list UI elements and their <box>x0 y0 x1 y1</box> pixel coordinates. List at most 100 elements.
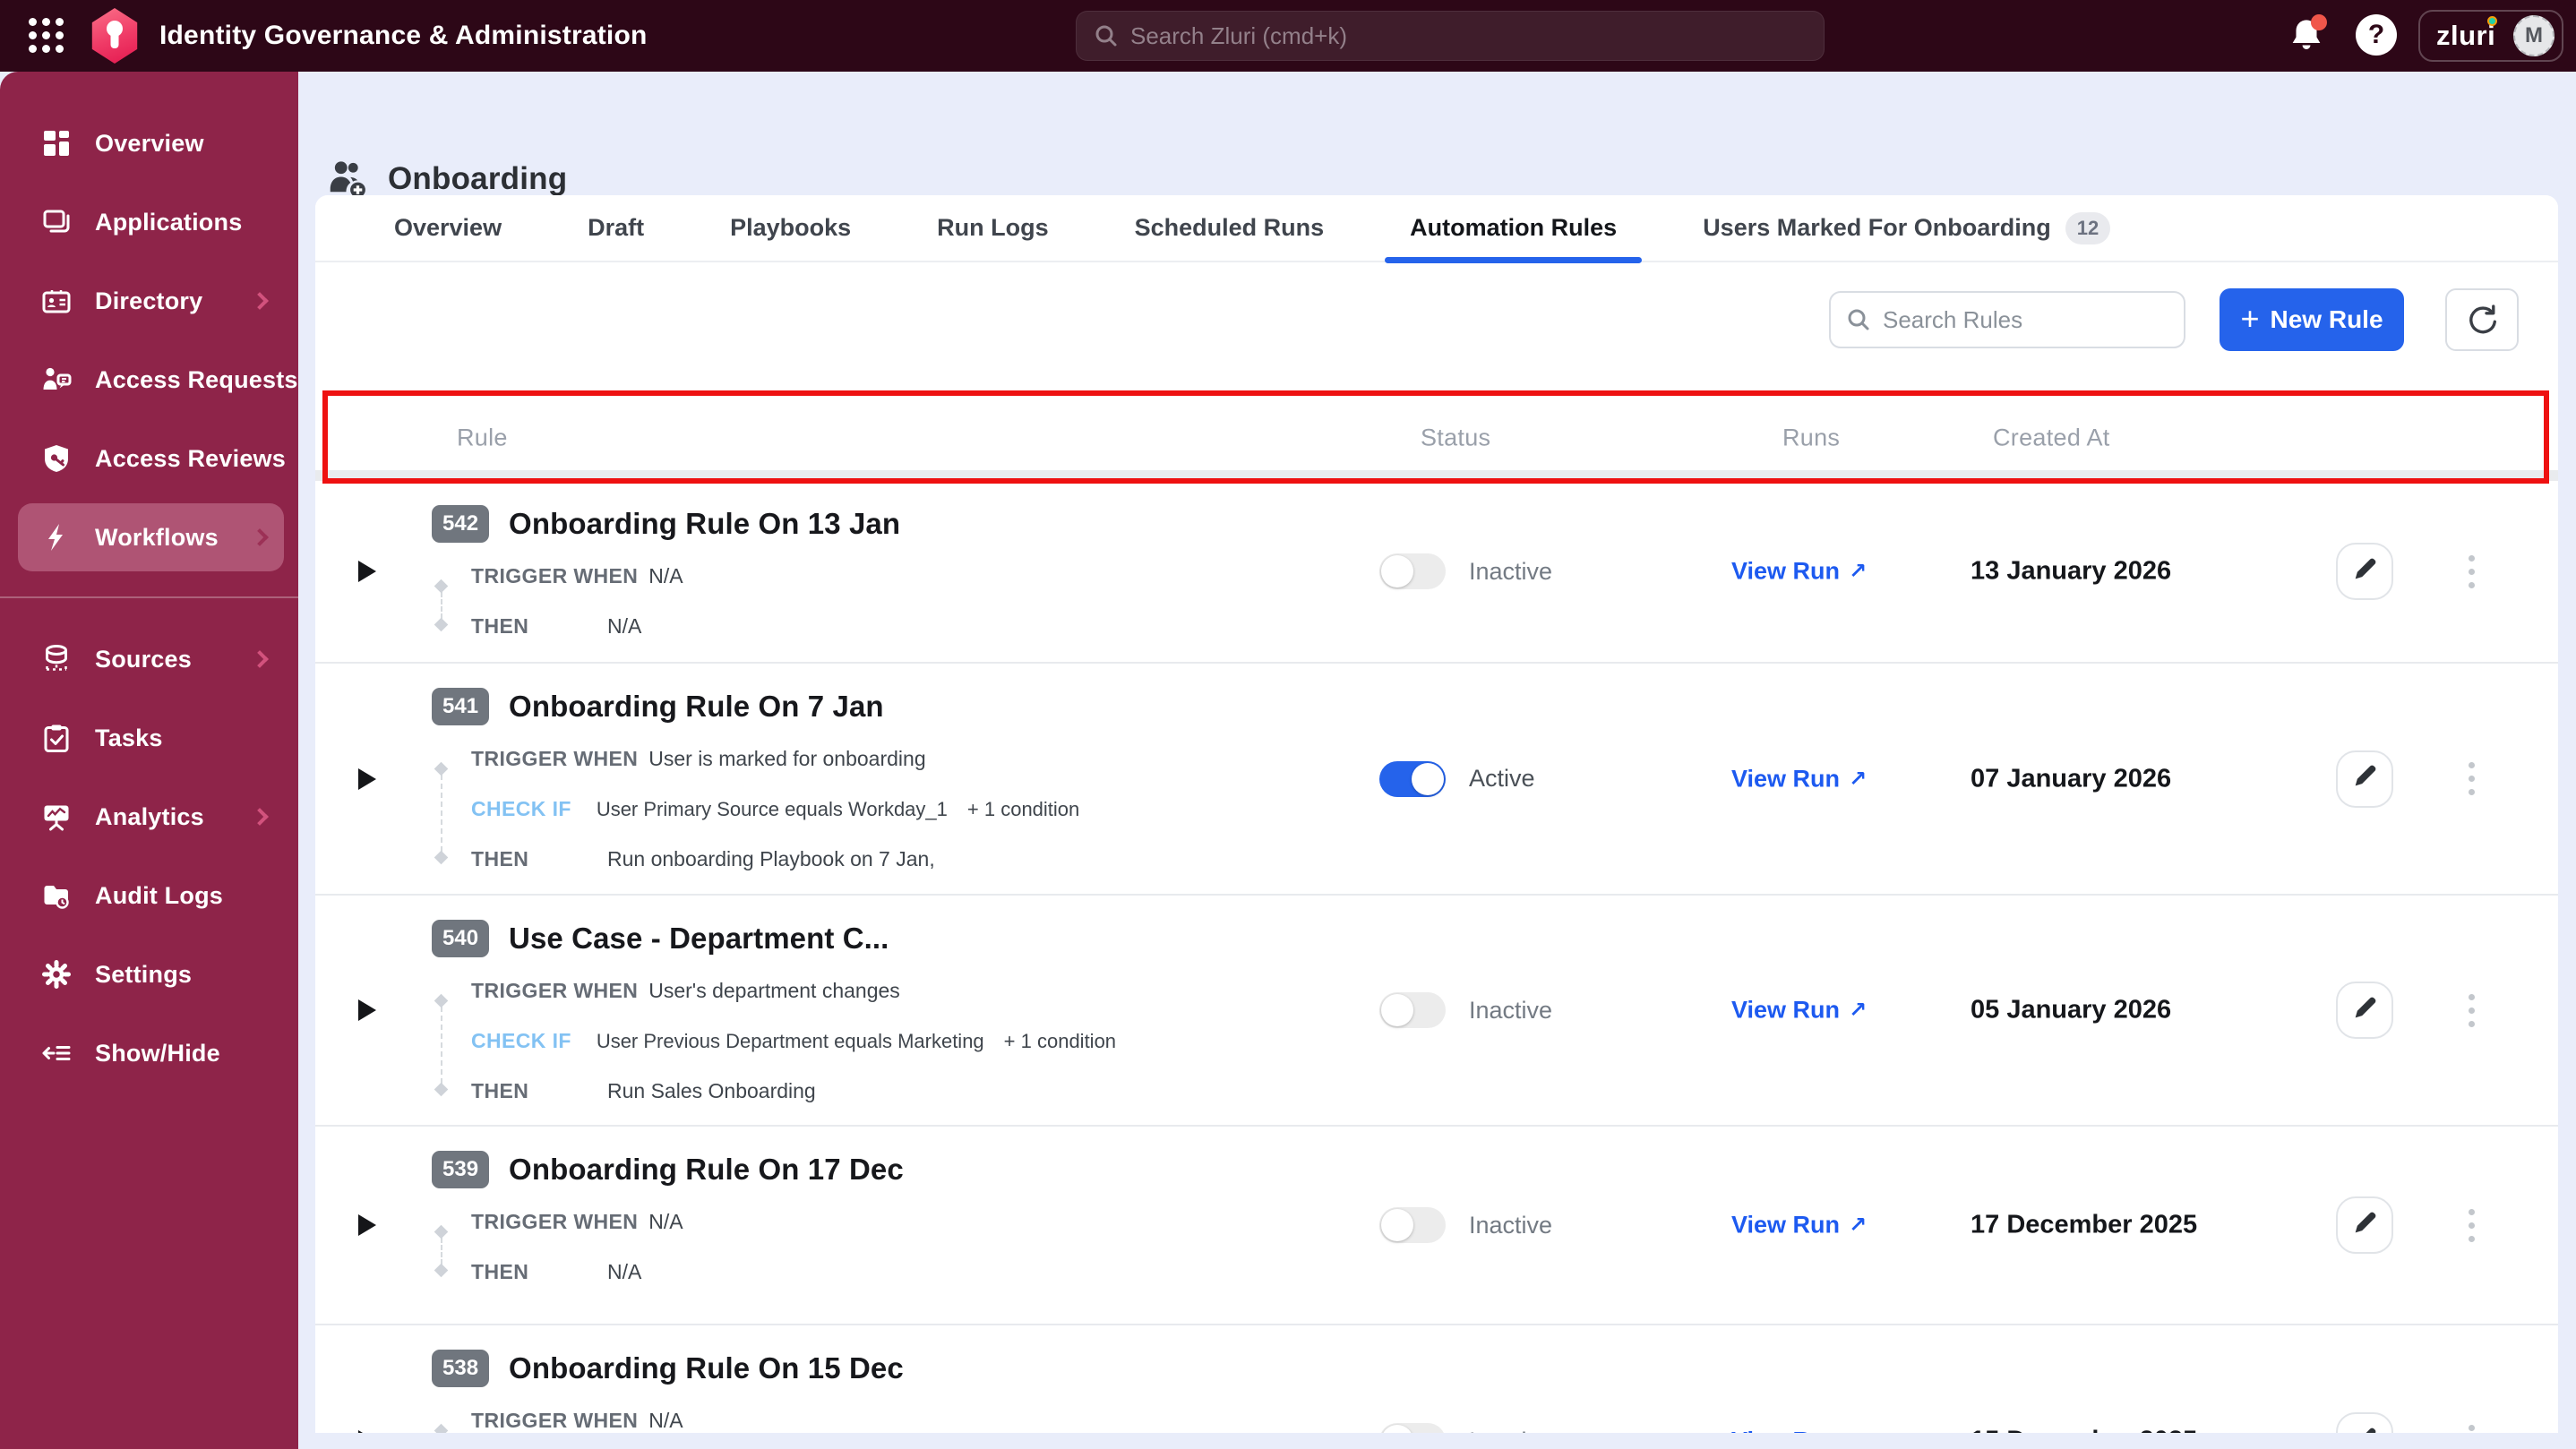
then-line: THEN Run Sales Onboarding <box>471 1071 1327 1110</box>
search-rules-input[interactable] <box>1883 305 2169 334</box>
windows-icon <box>39 205 73 239</box>
trigger-line: TRIGGER WHEN N/A <box>471 1401 1327 1433</box>
rule-title[interactable]: Onboarding Rule On 15 Dec <box>509 1351 904 1385</box>
tab-run-logs[interactable]: Run Logs <box>937 195 1048 262</box>
trigger-label: TRIGGER WHEN <box>471 1210 639 1233</box>
new-rule-button[interactable]: + New Rule <box>2220 288 2404 351</box>
rule-title[interactable]: Onboarding Rule On 17 Dec <box>509 1153 904 1187</box>
edit-rule-button[interactable] <box>2336 750 2393 808</box>
search-icon <box>1848 309 1869 330</box>
trigger-line: TRIGGER WHEN User's department changes <box>471 971 1327 1010</box>
edit-rule-button[interactable] <box>2336 1196 2393 1254</box>
column-header-rule[interactable]: Rule <box>457 424 508 451</box>
edit-rule-button[interactable] <box>2336 543 2393 600</box>
pencil-icon <box>2349 993 2380 1028</box>
tab-label: Scheduled Runs <box>1134 214 1325 241</box>
help-icon[interactable]: ? <box>2356 14 2397 56</box>
created-at-value: 15 December 2025 <box>1971 1427 2197 1434</box>
tab-label: Automation Rules <box>1410 214 1618 241</box>
search-rules[interactable] <box>1829 291 2185 348</box>
edit-rule-button[interactable] <box>2336 982 2393 1039</box>
status-toggle[interactable] <box>1379 760 1446 797</box>
status-toggle[interactable] <box>1379 1207 1446 1243</box>
row-more-options-kebab[interactable] <box>2458 750 2485 808</box>
app-grid-icon[interactable] <box>23 13 70 59</box>
status-label: Inactive <box>1469 1211 1553 1239</box>
expand-row-icon[interactable] <box>358 999 376 1021</box>
tab-label: Users Marked For Onboarding <box>1703 214 2051 241</box>
trigger-value: N/A <box>648 1210 683 1233</box>
view-run-link[interactable]: View Run ↗ <box>1731 1428 1867 1434</box>
status-label: Active <box>1469 765 1535 792</box>
sidebar-item-workflows[interactable]: Workflows <box>0 498 298 577</box>
tab-bar: Overview Draft Playbooks Run Logs Scheduled … <box>315 195 2558 263</box>
flow-connector-line <box>441 1007 442 1084</box>
global-search-input[interactable] <box>1130 21 1807 50</box>
refresh-button[interactable] <box>2445 288 2519 351</box>
sidebar-item-audit-logs[interactable]: Audit Logs <box>0 856 298 935</box>
sidebar-item-settings[interactable]: Settings <box>0 935 298 1014</box>
sidebar-item-access-requests[interactable]: Access Requests <box>0 340 298 419</box>
condition-count: + 1 condition <box>1003 1030 1117 1052</box>
tab-users-marked-for-onboarding[interactable]: Users Marked For Onboarding 12 <box>1703 195 2111 262</box>
rule-title[interactable]: Onboarding Rule On 13 Jan <box>509 507 900 541</box>
row-more-options-kebab[interactable] <box>2458 1196 2485 1254</box>
rule-id-badge: 538 <box>432 1350 490 1387</box>
sidebar-item-access-reviews[interactable]: Access Reviews <box>0 419 298 498</box>
tab-playbooks[interactable]: Playbooks <box>730 195 851 262</box>
external-link-arrow-icon: ↗ <box>1849 1428 1867 1434</box>
edit-rule-button[interactable] <box>2336 1412 2393 1433</box>
expand-row-icon[interactable] <box>358 1214 376 1236</box>
rule-logic-lines: TRIGGER WHEN N/A THEN N/A <box>432 556 1327 646</box>
id-card-icon <box>39 284 73 318</box>
avatar[interactable]: M <box>2513 15 2555 56</box>
zluri-wordmark: zluri <box>2436 16 2498 52</box>
app-title: Identity Governance & Administration <box>159 21 648 50</box>
rule-title[interactable]: Onboarding Rule On 7 Jan <box>509 690 884 724</box>
column-header-runs[interactable]: Runs <box>1782 424 1840 451</box>
org-switcher[interactable]: zluri M <box>2418 10 2563 62</box>
rule-id-badge: 539 <box>432 1151 490 1188</box>
notifications-bell-icon[interactable] <box>2286 14 2329 57</box>
then-label: THEN <box>471 1260 529 1283</box>
sidebar-item-analytics[interactable]: Analytics <box>0 777 298 856</box>
column-header-created[interactable]: Created At <box>1993 424 2110 451</box>
view-run-label: View Run <box>1731 1428 1840 1434</box>
topbar: Identity Governance & Administration ? z… <box>0 0 2576 72</box>
expand-row-icon[interactable] <box>358 1430 376 1433</box>
trigger-label: TRIGGER WHEN <box>471 564 639 587</box>
then-value: N/A <box>607 614 642 638</box>
sidebar-item-tasks[interactable]: Tasks <box>0 699 298 777</box>
view-run-link[interactable]: View Run ↗ <box>1731 1212 1867 1239</box>
then-line: THEN Run onboarding Playbook on 7 Jan, <box>471 839 1327 879</box>
tab-scheduled-runs[interactable]: Scheduled Runs <box>1135 195 1325 262</box>
row-more-options-kebab[interactable] <box>2458 1412 2485 1433</box>
onboarding-users-icon <box>330 161 368 200</box>
sidebar-item-show-hide[interactable]: Show/Hide <box>0 1014 298 1093</box>
tab-overview[interactable]: Overview <box>394 195 502 262</box>
sidebar-item-applications[interactable]: Applications <box>0 183 298 262</box>
status-toggle[interactable] <box>1379 1423 1446 1433</box>
view-run-link[interactable]: View Run ↗ <box>1731 997 1867 1025</box>
expand-row-icon[interactable] <box>358 767 376 790</box>
sidebar-item-directory[interactable]: Directory <box>0 262 298 340</box>
bolt-icon <box>39 520 73 554</box>
tab-draft[interactable]: Draft <box>588 195 644 262</box>
status-toggle[interactable] <box>1379 992 1446 1028</box>
view-run-link[interactable]: View Run ↗ <box>1731 765 1867 793</box>
rule-cell: 540 Use Case - Department C... TRIGGER WHE… <box>432 896 1327 1110</box>
rule-title[interactable]: Use Case - Department C... <box>509 922 889 956</box>
view-run-link[interactable]: View Run ↗ <box>1731 558 1867 586</box>
trigger-label: TRIGGER WHEN <box>471 747 639 770</box>
status-toggle[interactable] <box>1379 553 1446 589</box>
trigger-line: TRIGGER WHEN N/A <box>471 556 1327 596</box>
global-search[interactable] <box>1076 11 1825 61</box>
column-header-status[interactable]: Status <box>1421 424 1490 451</box>
expand-row-icon[interactable] <box>358 561 376 582</box>
row-more-options-kebab[interactable] <box>2458 543 2485 600</box>
tab-automation-rules[interactable]: Automation Rules <box>1385 195 1643 263</box>
row-more-options-kebab[interactable] <box>2458 982 2485 1039</box>
page-title: Onboarding <box>388 161 568 196</box>
sidebar-item-sources[interactable]: Sources <box>0 620 298 699</box>
sidebar-item-overview[interactable]: Overview <box>0 104 298 183</box>
